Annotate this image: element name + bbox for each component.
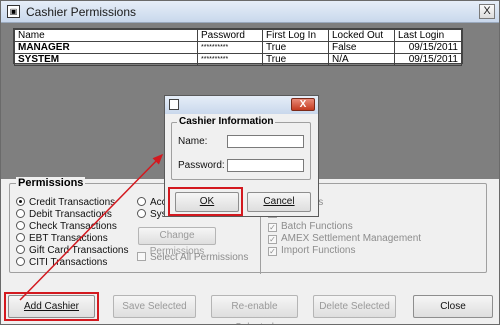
annotation-arrow-line (19, 153, 164, 301)
annotation-arrow (19, 153, 164, 301)
